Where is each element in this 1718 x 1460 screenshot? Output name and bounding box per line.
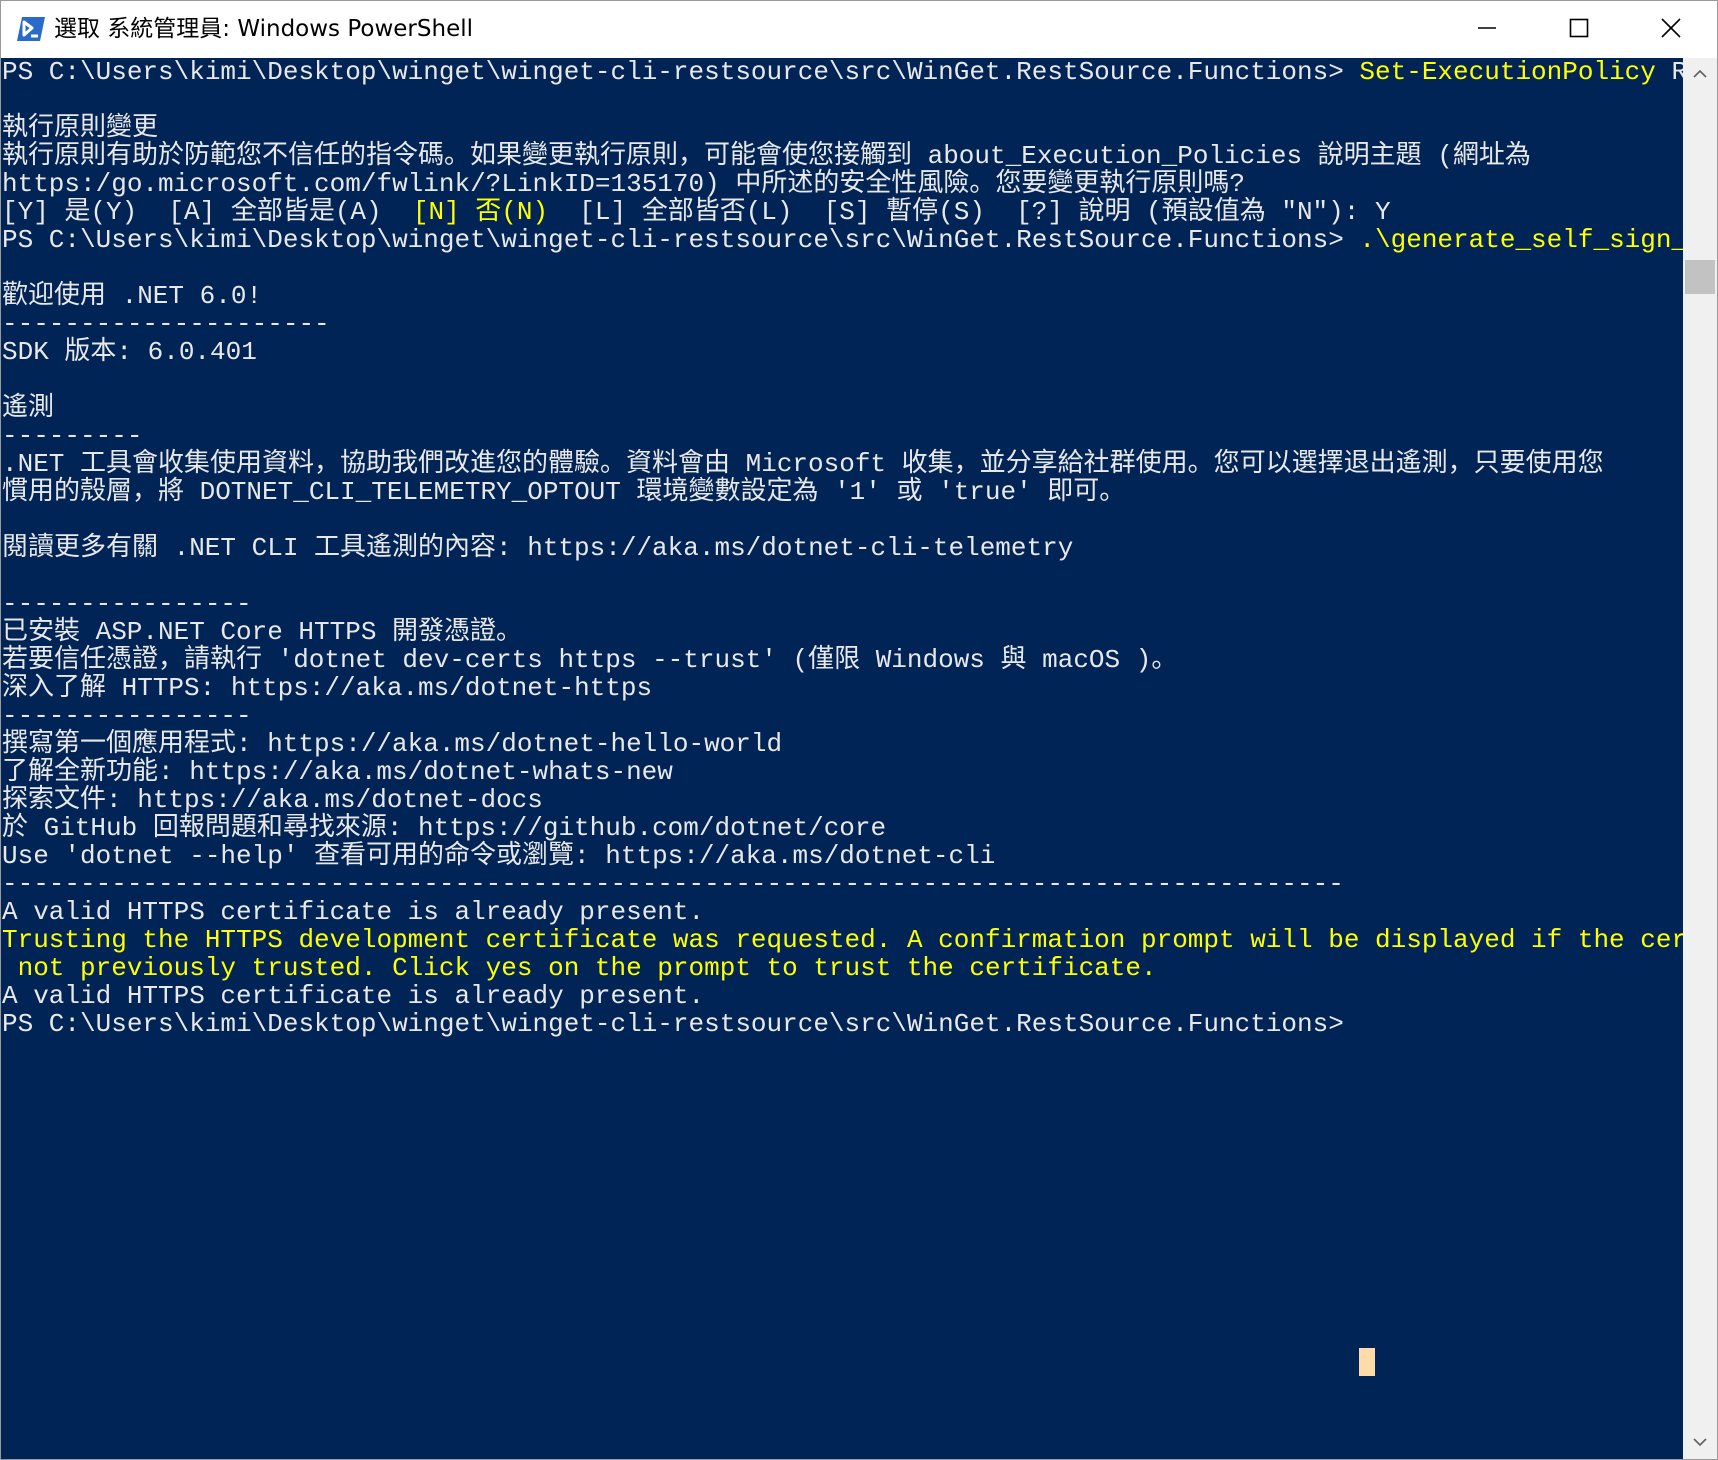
powershell-icon [16, 16, 46, 42]
console-text: [Y] 是(Y) [A] 全部皆是(A) [2, 197, 413, 227]
console-line: Trusting the HTTPS development certifica… [2, 926, 1683, 954]
console-text: A valid HTTPS certificate is already pre… [2, 897, 705, 927]
console-line: A valid HTTPS certificate is already pre… [2, 982, 1683, 1010]
text-cursor [1359, 1348, 1375, 1376]
console-line: PS C:\Users\kimi\Desktop\winget\winget-c… [2, 58, 1683, 86]
console-text: 閱讀更多有關 .NET CLI 工具遙測的內容: https://aka.ms/… [2, 533, 1074, 563]
powershell-window: 選取 系統管理員: Windows PowerShell PS C:\Users… [0, 0, 1718, 1460]
console-text: 執行原則變更 [2, 113, 159, 143]
console-line: 於 GitHub 回報問題和尋找來源: https://github.com/d… [2, 814, 1683, 842]
console-line: PS C:\Users\kimi\Desktop\winget\winget-c… [2, 1010, 1683, 1038]
scroll-up-button[interactable] [1683, 58, 1717, 92]
console-text: --------------------- [2, 309, 330, 339]
console-text: 撰寫第一個應用程式: https://aka.ms/dotnet-hello-w… [2, 729, 783, 759]
console-line: 深入了解 HTTPS: https://aka.ms/dotnet-https [2, 674, 1683, 702]
console-line: https:/go.microsoft.com/fwlink/?LinkID=1… [2, 170, 1683, 198]
console-text: 了解全新功能: https://aka.ms/dotnet-whats-new [2, 757, 673, 787]
console-text: RemoteSigned [1656, 58, 1683, 87]
chevron-down-icon [1693, 1434, 1707, 1452]
scroll-down-button[interactable] [1683, 1426, 1717, 1459]
vertical-scrollbar[interactable] [1683, 58, 1717, 1459]
console-line: .NET 工具會收集使用資料，協助我們改進您的體驗。資料會由 Microsoft… [2, 450, 1683, 478]
minimize-button[interactable] [1441, 1, 1533, 58]
console-line: 閱讀更多有關 .NET CLI 工具遙測的內容: https://aka.ms/… [2, 534, 1683, 562]
console-text: .\generate_self_sign_cert.ps1 [1359, 225, 1683, 255]
console-line: 慣用的殼層，將 DOTNET_CLI_TELEMETRY_OPTOUT 環境變數… [2, 478, 1683, 506]
close-icon [1660, 17, 1682, 43]
console-line: 歡迎使用 .NET 6.0! [2, 282, 1683, 310]
console-line: 探索文件: https://aka.ms/dotnet-docs [2, 786, 1683, 814]
console-text: 遙測 [2, 393, 55, 423]
console-text: ----------------------------------------… [2, 869, 1344, 899]
window-title: 選取 系統管理員: Windows PowerShell [54, 16, 473, 42]
console-text: 歡迎使用 .NET 6.0! [2, 281, 263, 311]
minimize-icon [1477, 18, 1497, 42]
console-line: --------------------- [2, 310, 1683, 338]
console-line: 遙測 [2, 394, 1683, 422]
console-text: 於 GitHub 回報問題和尋找來源: https://github.com/d… [2, 813, 887, 843]
console-text: Set-ExecutionPolicy [1359, 58, 1656, 87]
console-line: 若要信任憑證，請執行 'dotnet dev-certs https --tru… [2, 646, 1683, 674]
console-text: Trusting the HTTPS development certifica… [2, 925, 1683, 955]
console-text: SDK 版本: 6.0.401 [2, 337, 257, 367]
scroll-thumb[interactable] [1685, 260, 1715, 294]
console-text: A valid HTTPS certificate is already pre… [2, 981, 705, 1011]
console-line: 執行原則變更 [2, 114, 1683, 142]
console-text: Use 'dotnet --help' 查看可用的命令或瀏覽: https://… [2, 841, 996, 871]
console-text: not previously trusted. Click yes on the… [2, 953, 1157, 983]
console-line: ----------------------------------------… [2, 870, 1683, 898]
console-text: --------- [2, 421, 143, 451]
console-text: 若要信任憑證，請執行 'dotnet dev-certs https --tru… [2, 645, 1178, 675]
console-line: ---------------- [2, 590, 1683, 618]
console-line: SDK 版本: 6.0.401 [2, 338, 1683, 366]
console-line: PS C:\Users\kimi\Desktop\winget\winget-c… [2, 226, 1683, 254]
console-text: ---------------- [2, 589, 252, 619]
console-line: ---------------- [2, 702, 1683, 730]
console-line: 執行原則有助於防範您不信任的指令碼。如果變更執行原則，可能會使您接觸到 abou… [2, 142, 1683, 170]
console-text: 慣用的殼層，將 DOTNET_CLI_TELEMETRY_OPTOUT 環境變數… [2, 477, 1126, 507]
console-text: 已安裝 ASP.NET Core HTTPS 開發憑證。 [2, 617, 523, 647]
console-line: not previously trusted. Click yes on the… [2, 954, 1683, 982]
title-bar[interactable]: 選取 系統管理員: Windows PowerShell [1, 1, 1717, 58]
chevron-up-icon [1693, 66, 1707, 84]
console-line: --------- [2, 422, 1683, 450]
console-line: 撰寫第一個應用程式: https://aka.ms/dotnet-hello-w… [2, 730, 1683, 758]
console-text: https:/go.microsoft.com/fwlink/?LinkID=1… [2, 169, 1245, 199]
console-output[interactable]: PS C:\Users\kimi\Desktop\winget\winget-c… [1, 58, 1683, 1459]
console-text: 深入了解 HTTPS: https://aka.ms/dotnet-https [2, 673, 653, 703]
console-text: PS C:\Users\kimi\Desktop\winget\winget-c… [2, 1009, 1344, 1039]
console-line: [Y] 是(Y) [A] 全部皆是(A) [N] 否(N) [L] 全部皆否(L… [2, 198, 1683, 226]
console-text: [N] 否(N) [412, 197, 549, 227]
console-line: 了解全新功能: https://aka.ms/dotnet-whats-new [2, 758, 1683, 786]
console-lines: PS C:\Users\kimi\Desktop\winget\winget-c… [2, 58, 1683, 1038]
console-text: PS C:\Users\kimi\Desktop\winget\winget-c… [2, 58, 1360, 87]
console-line: A valid HTTPS certificate is already pre… [2, 898, 1683, 926]
console-text: .NET 工具會收集使用資料，協助我們改進您的體驗。資料會由 Microsoft… [2, 449, 1604, 479]
close-button[interactable] [1625, 1, 1717, 58]
console-text: ---------------- [2, 701, 252, 731]
maximize-button[interactable] [1533, 1, 1625, 58]
console-text: [L] 全部皆否(L) [S] 暫停(S) [?] 說明 (預設值為 "N"):… [548, 197, 1391, 227]
console-text: PS C:\Users\kimi\Desktop\winget\winget-c… [2, 225, 1360, 255]
console-line: 已安裝 ASP.NET Core HTTPS 開發憑證。 [2, 618, 1683, 646]
maximize-icon [1569, 18, 1589, 42]
console-text: 探索文件: https://aka.ms/dotnet-docs [2, 785, 543, 815]
console-line: Use 'dotnet --help' 查看可用的命令或瀏覽: https://… [2, 842, 1683, 870]
console-text: 執行原則有助於防範您不信任的指令碼。如果變更執行原則，可能會使您接觸到 abou… [2, 141, 1531, 171]
